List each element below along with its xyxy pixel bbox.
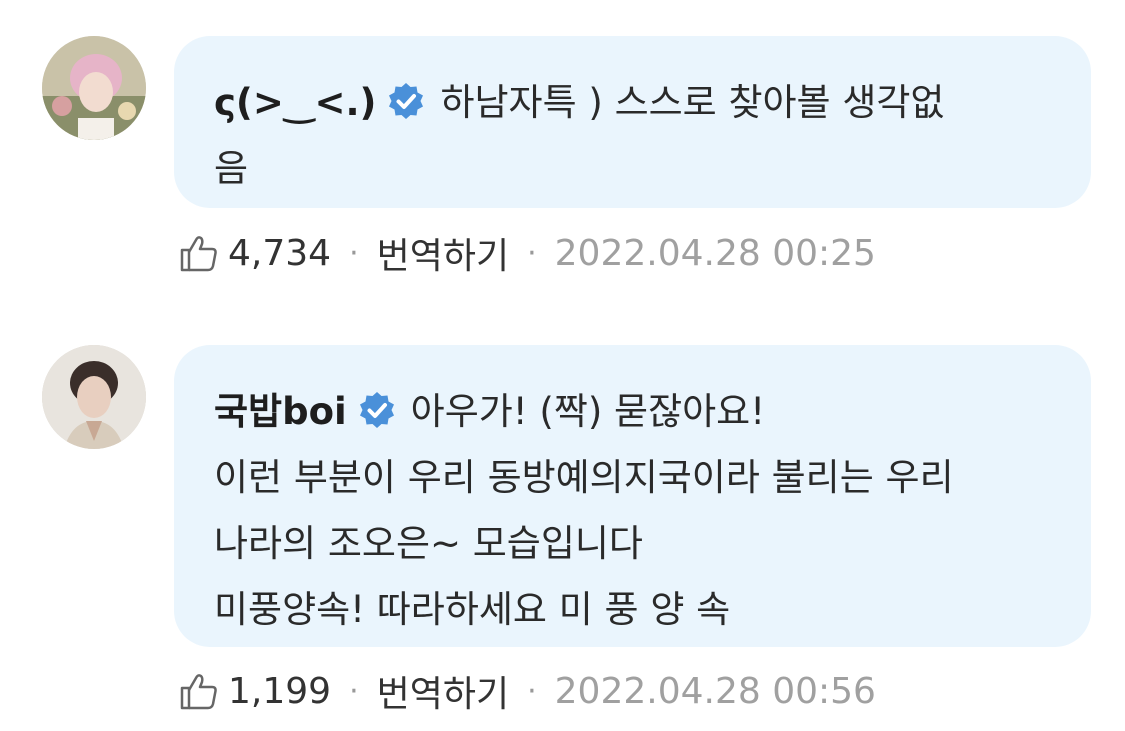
comment-bubble: 국밥boi 아우가! (짝) 묻잖아요! 이런 부분이 우리 동방예의지국이라 … (174, 345, 1091, 647)
thumbs-up-icon[interactable] (178, 670, 220, 712)
comment-text: ς(>‿<.) 하남자특 ) 스스로 찾아볼 생각없 음 (214, 70, 1051, 202)
translate-button[interactable]: 번역하기 (377, 227, 509, 279)
comment-line: 하남자특 ) 스스로 찾아볼 생각없 (440, 81, 945, 124)
comment-line: 나라의 조오은~ 모습입니다 (214, 522, 643, 565)
comment-line: 아우가! (짝) 묻잖아요! (410, 390, 766, 433)
separator: · (349, 673, 359, 709)
avatar[interactable] (42, 36, 146, 140)
like-count: 4,734 (228, 232, 332, 274)
translate-button[interactable]: 번역하기 (377, 665, 509, 717)
comment-line: 이런 부분이 우리 동방예의지국이라 불리는 우리 (214, 456, 954, 499)
separator: · (527, 673, 537, 709)
timestamp: 2022.04.28 00:56 (554, 670, 876, 712)
verified-badge-icon (389, 83, 424, 119)
comment-line: 미풍양속! 따라하세요 미 풍 양 속 (214, 588, 731, 631)
nickname[interactable]: 국밥boi (214, 390, 347, 433)
avatar[interactable] (42, 345, 146, 449)
comment-meta: 1,199 · 번역하기 · 2022.04.28 00:56 (178, 666, 876, 716)
comment-line: 음 (214, 147, 249, 190)
separator: · (527, 235, 537, 271)
comment-bubble: ς(>‿<.) 하남자특 ) 스스로 찾아볼 생각없 음 (174, 36, 1091, 208)
separator: · (349, 235, 359, 271)
like-count: 1,199 (228, 670, 332, 712)
nickname[interactable]: ς(>‿<.) (214, 81, 376, 124)
thumbs-up-icon[interactable] (178, 232, 220, 274)
timestamp: 2022.04.28 00:25 (554, 232, 876, 274)
comment-meta: 4,734 · 번역하기 · 2022.04.28 00:25 (178, 228, 876, 278)
comment-text: 국밥boi 아우가! (짝) 묻잖아요! 이런 부분이 우리 동방예의지국이라 … (214, 379, 1051, 643)
verified-badge-icon (359, 392, 394, 428)
